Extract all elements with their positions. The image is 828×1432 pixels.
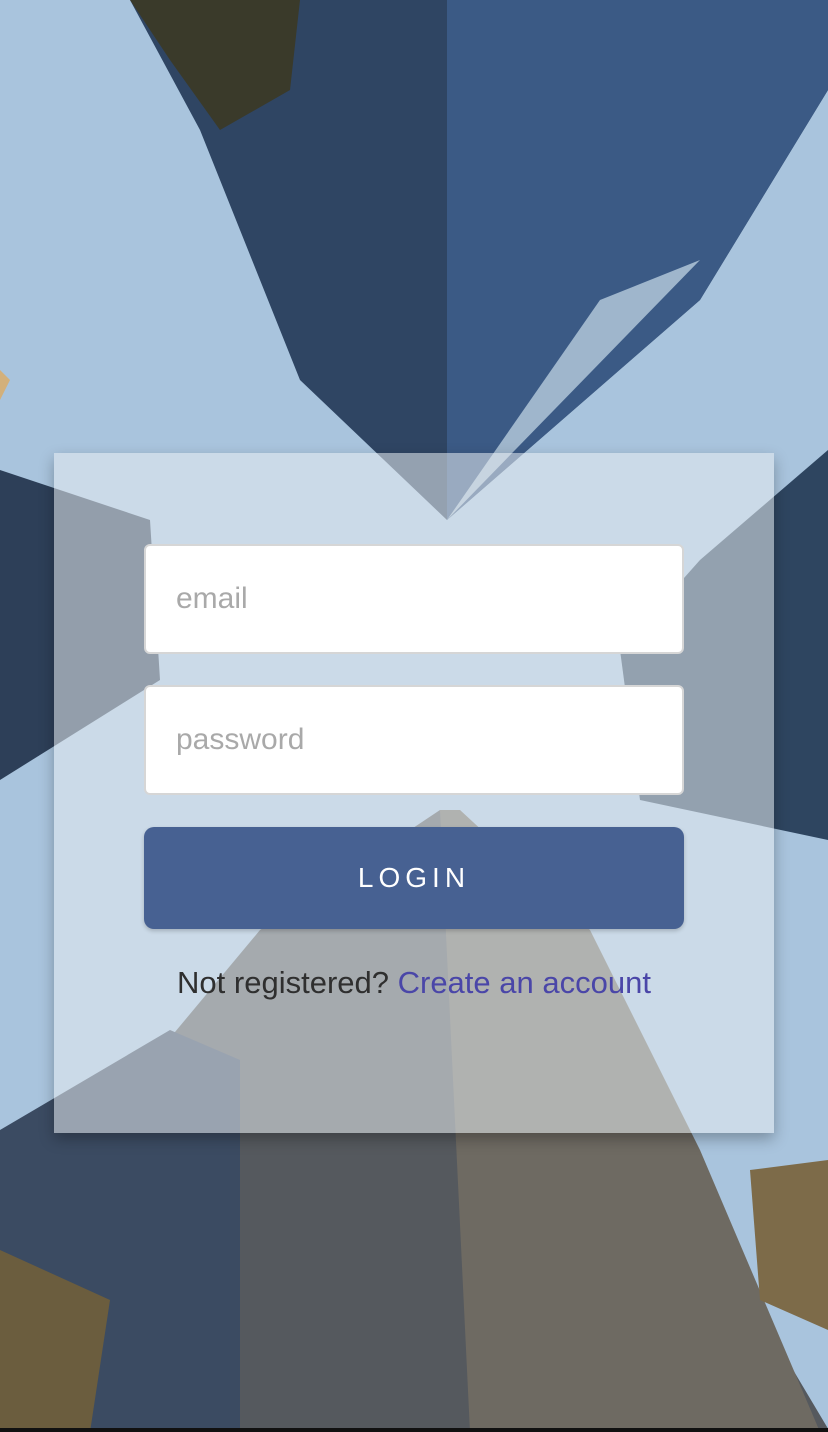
- login-page: LOGIN Not registered? Create an account: [0, 0, 828, 1432]
- email-input[interactable]: [144, 544, 684, 654]
- register-prompt-text: Not registered?: [177, 965, 398, 1000]
- login-card: LOGIN Not registered? Create an account: [54, 453, 774, 1133]
- password-input[interactable]: [144, 685, 684, 795]
- login-button[interactable]: LOGIN: [144, 827, 684, 929]
- create-account-link[interactable]: Create an account: [398, 965, 651, 1000]
- register-prompt: Not registered? Create an account: [54, 965, 774, 1001]
- bottom-edge: [0, 1428, 828, 1432]
